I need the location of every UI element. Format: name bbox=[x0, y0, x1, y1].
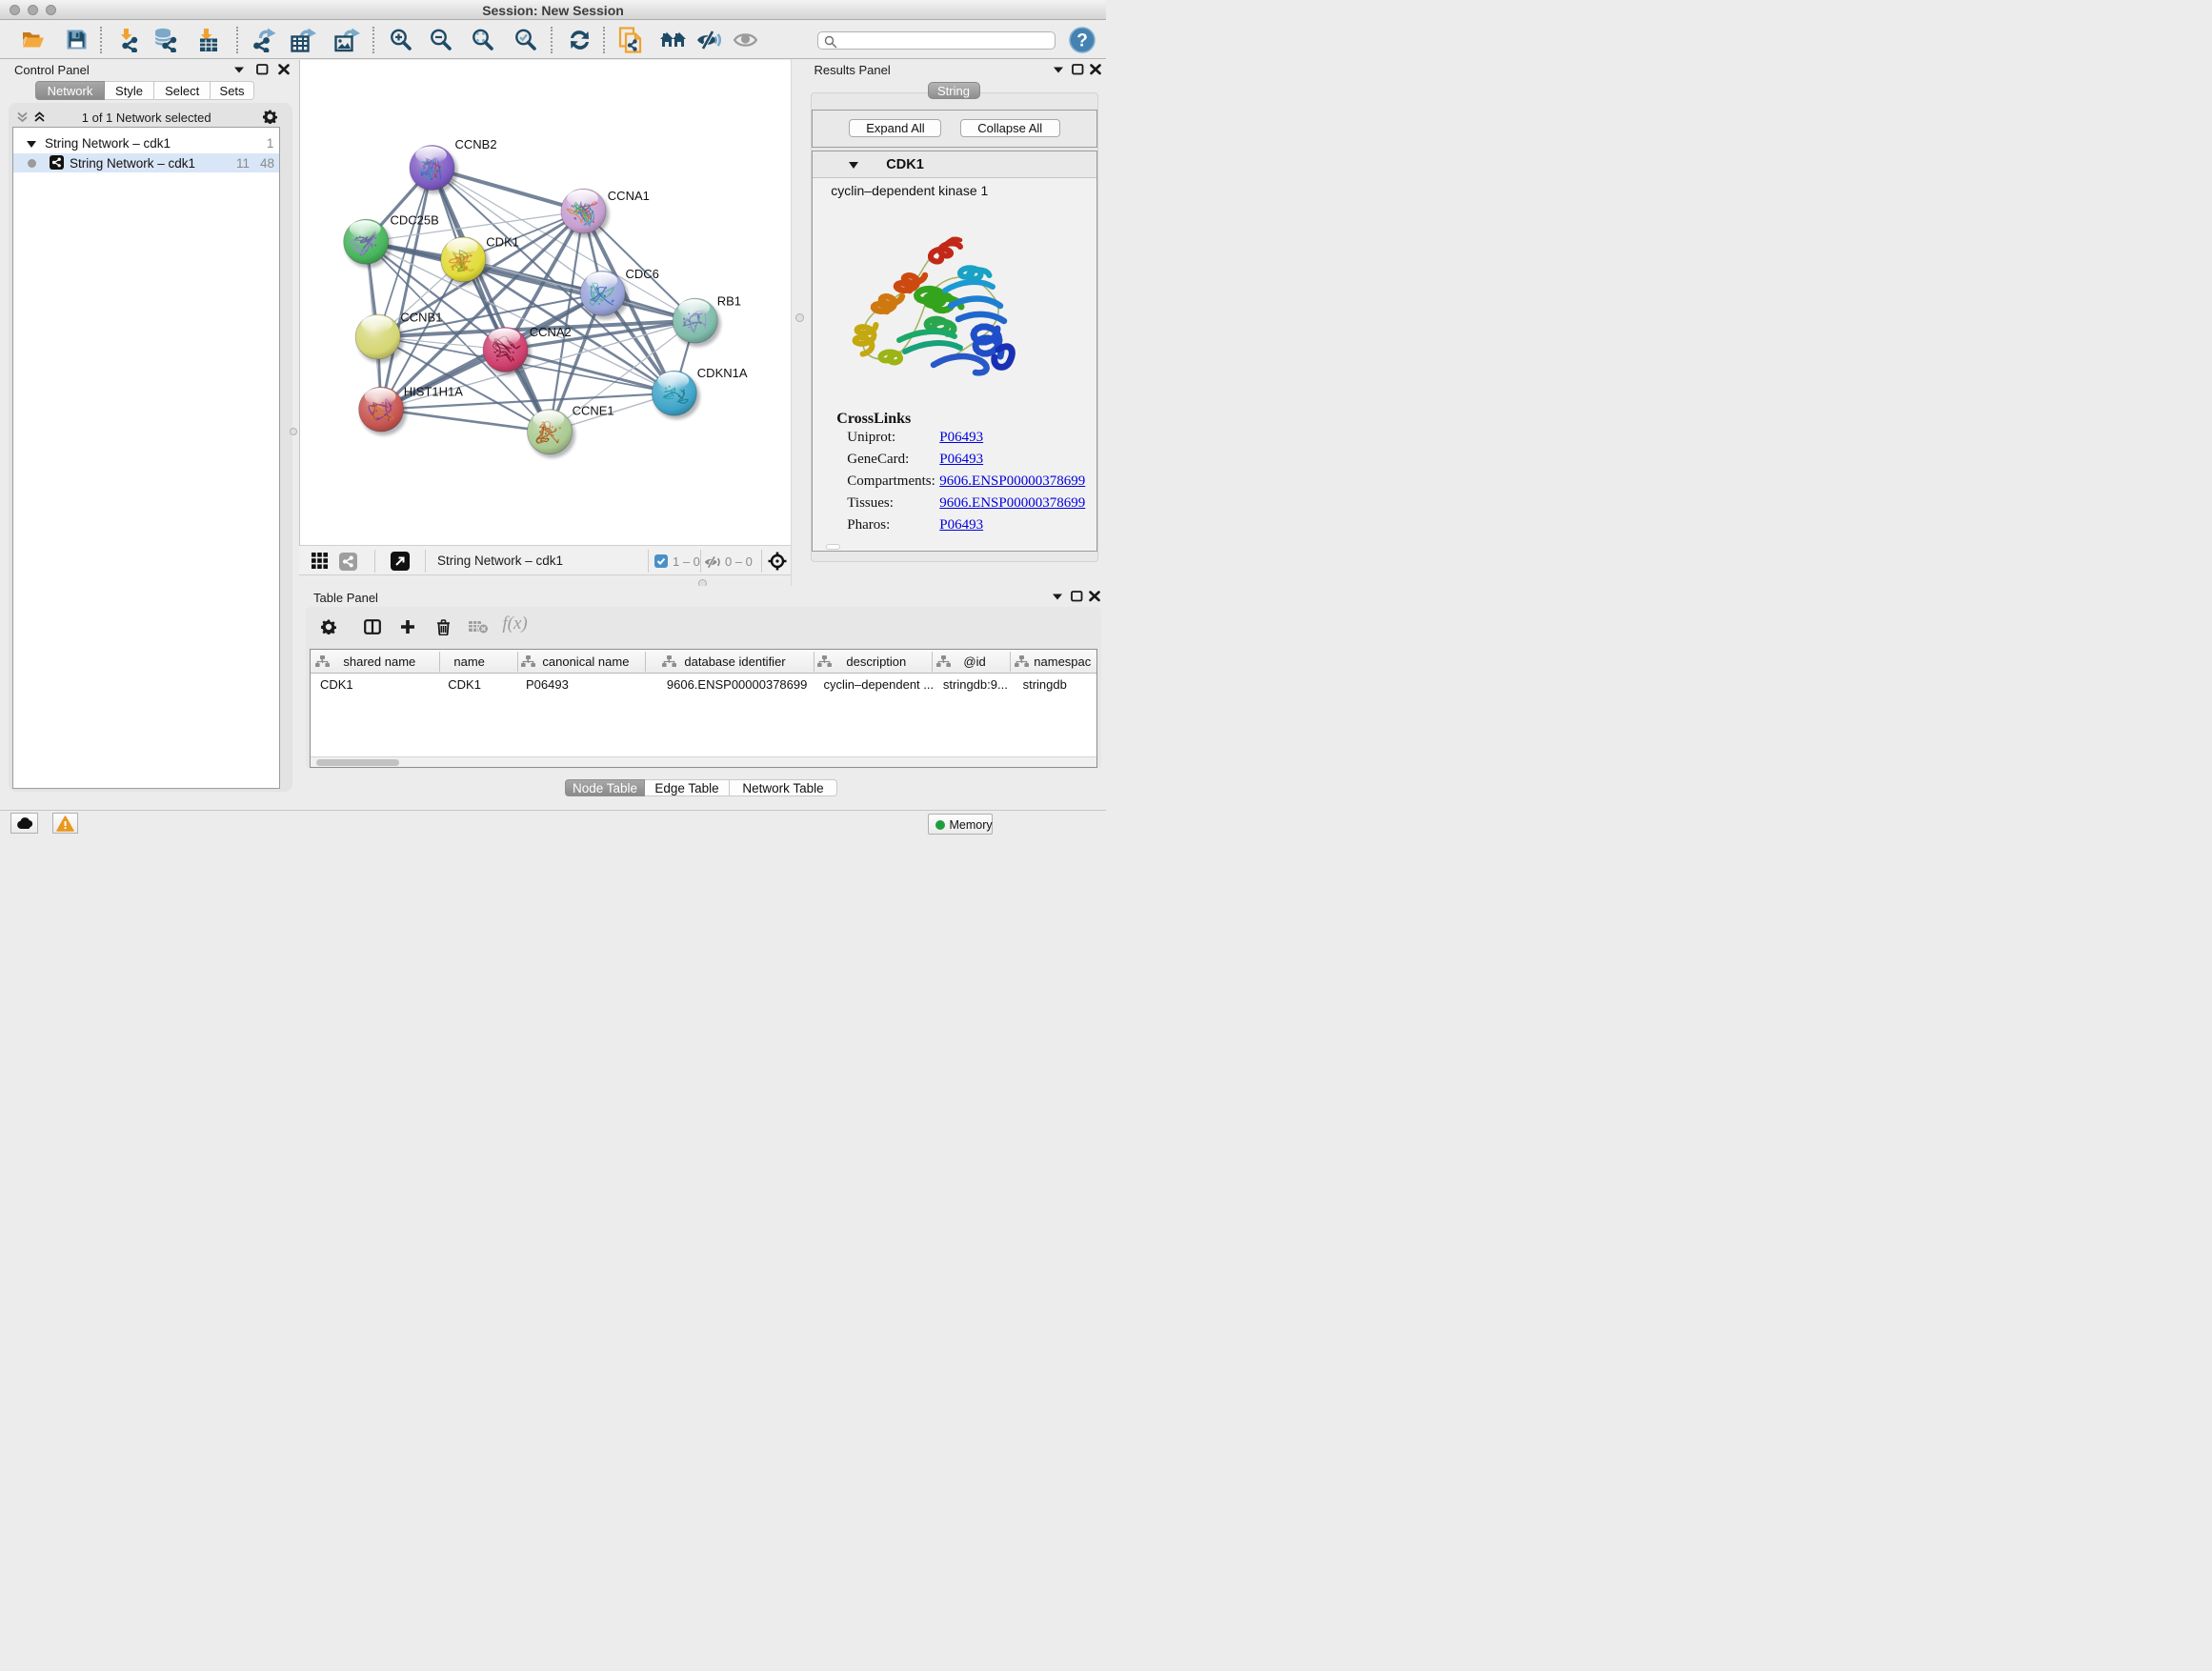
svg-text:CCNA1: CCNA1 bbox=[608, 189, 650, 203]
svg-text:CCNE1: CCNE1 bbox=[573, 404, 614, 418]
svg-text:HIST1H1A: HIST1H1A bbox=[404, 384, 463, 398]
svg-text:CCNB1: CCNB1 bbox=[400, 311, 442, 325]
svg-text:CDC25B: CDC25B bbox=[391, 213, 439, 228]
svg-text:CDK1: CDK1 bbox=[486, 235, 519, 250]
svg-text:?: ? bbox=[1076, 31, 1088, 51]
svg-text:CDC6: CDC6 bbox=[626, 267, 659, 281]
svg-text:RB1: RB1 bbox=[717, 294, 741, 309]
svg-text:CCNB2: CCNB2 bbox=[455, 137, 497, 151]
svg-text:CCNA2: CCNA2 bbox=[530, 325, 572, 339]
svg-text:CDKN1A: CDKN1A bbox=[697, 366, 748, 380]
